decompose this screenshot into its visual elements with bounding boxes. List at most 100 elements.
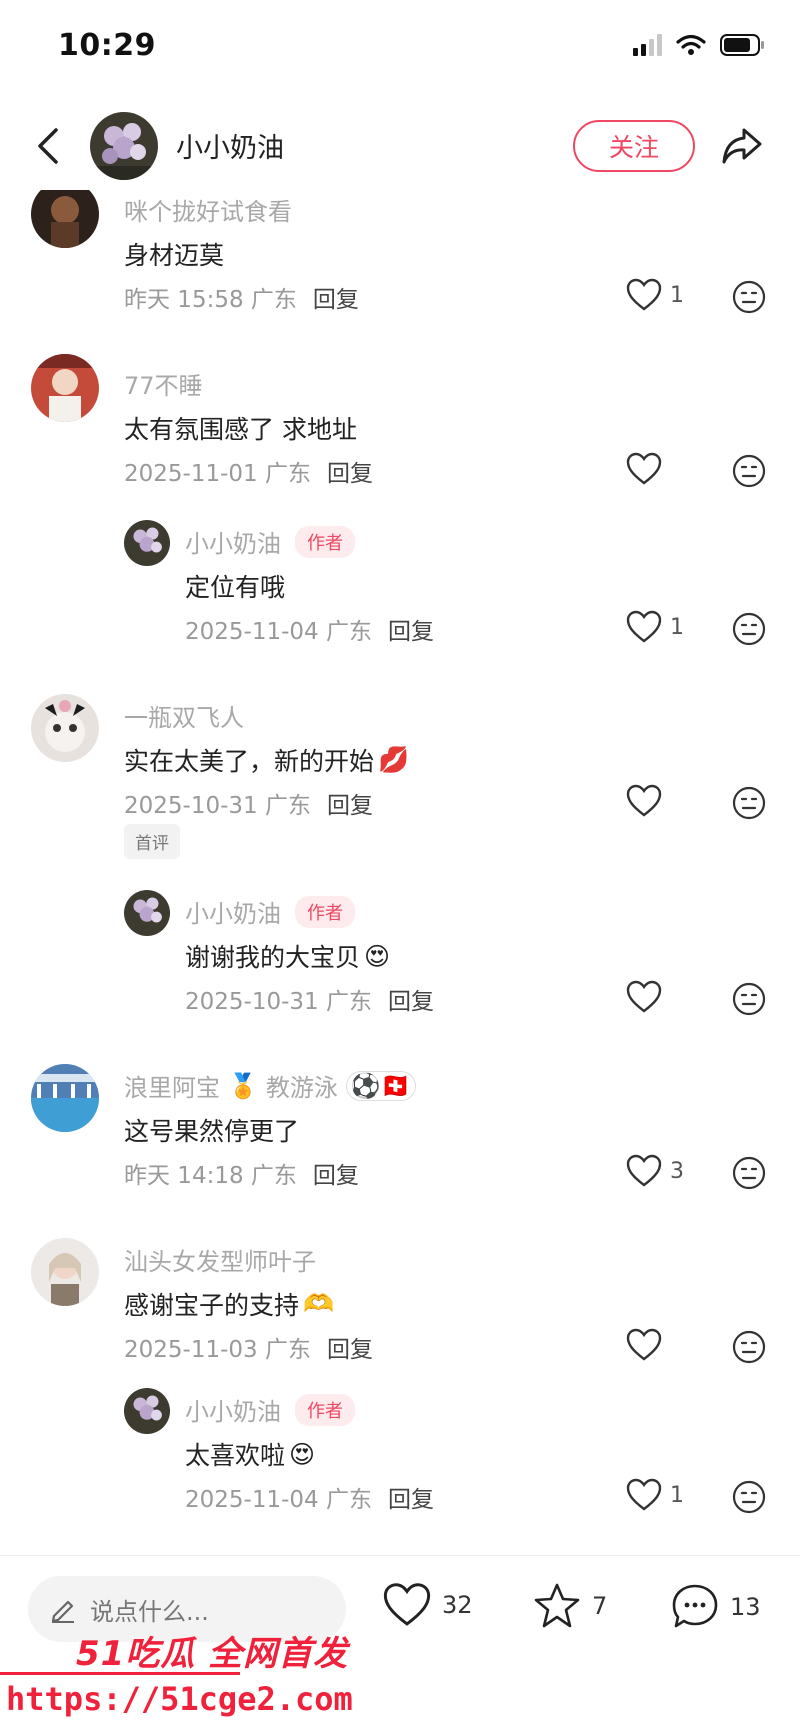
heart-icon — [626, 1154, 662, 1187]
comment-time: 2025-11-03 广东 — [124, 1337, 311, 1363]
medal-emoji: 🏅 — [228, 1071, 258, 1100]
like-count: 1 — [670, 282, 684, 308]
share-icon[interactable] — [720, 126, 764, 166]
comment-time: 2025-10-31 广东 — [185, 989, 372, 1015]
reply-button[interactable]: 回复 — [327, 1337, 373, 1363]
reply-button[interactable]: 回复 — [388, 619, 434, 645]
like-button[interactable] — [626, 784, 670, 818]
commenter-avatar[interactable] — [31, 354, 99, 422]
back-arrow-icon[interactable] — [30, 124, 70, 168]
follow-button[interactable]: 关注 — [573, 120, 695, 172]
commenter-name-text: 小小奶油 — [185, 900, 281, 928]
reply-button[interactable]: 回复 — [313, 1163, 359, 1189]
comment-text: 感谢宝子的支持 🫶 — [124, 1286, 334, 1322]
commenter-name[interactable]: 咪个拢好试食看 — [124, 192, 292, 227]
cellular-signal-icon — [633, 34, 662, 56]
wifi-icon — [676, 34, 706, 55]
commenter-name-text: 浪里阿宝 — [124, 1074, 220, 1102]
commenter-avatar[interactable] — [124, 1388, 170, 1434]
comment-text: 身材迈莫 — [124, 241, 225, 270]
commenter-name[interactable]: 小小奶油 作者 — [185, 1392, 355, 1427]
heart-hands-emoji: 🫶 — [303, 1289, 335, 1318]
heart-icon — [626, 610, 662, 643]
dislike-icon[interactable] — [732, 1156, 766, 1190]
reply-button[interactable]: 回复 — [313, 287, 359, 313]
dislike-icon[interactable] — [732, 612, 766, 646]
like-button[interactable] — [626, 1328, 670, 1362]
comment-meta: 昨天 14:18 广东 回复 — [124, 1156, 359, 1190]
first-comment-badge: 首评 — [124, 824, 180, 859]
dislike-icon[interactable] — [732, 982, 766, 1016]
status-time: 10:29 — [58, 28, 156, 63]
heart-icon — [626, 1328, 662, 1361]
watermark-url: https://51cge2.com — [6, 1680, 353, 1718]
commenter-name[interactable]: 小小奶油 作者 — [185, 894, 355, 929]
author-tag: 作者 — [295, 1393, 355, 1426]
commenter-name-suffix: 教游泳 — [265, 1074, 338, 1102]
commenter-avatar[interactable] — [124, 890, 170, 936]
author-name[interactable]: 小小奶油 — [176, 126, 284, 165]
author-avatar[interactable] — [90, 112, 158, 180]
reply-button[interactable]: 回复 — [327, 461, 373, 487]
comment-meta: 2025-11-03 广东 回复 — [124, 1330, 373, 1364]
commenter-name[interactable]: 一瓶双飞人 — [124, 698, 244, 733]
like-button[interactable]: 1 — [626, 610, 684, 644]
commenter-avatar[interactable] — [31, 190, 99, 248]
like-button[interactable] — [626, 980, 670, 1014]
heart-icon — [626, 784, 662, 817]
heart-icon — [626, 980, 662, 1013]
commenter-name[interactable]: 汕头女发型师叶子 — [124, 1242, 316, 1277]
dislike-icon[interactable] — [732, 786, 766, 820]
comment-text: 太喜欢啦 😍 — [185, 1436, 315, 1472]
comment-text: 太有氛围感了 求地址 — [124, 415, 357, 444]
commenter-avatar[interactable] — [31, 1238, 99, 1306]
star-icon — [534, 1583, 580, 1628]
reply-button[interactable]: 回复 — [388, 989, 434, 1015]
comment-text: 谢谢我的大宝贝 😍 — [185, 938, 390, 974]
comment-time: 昨天 14:18 广东 — [124, 1163, 297, 1189]
like-button[interactable] — [626, 452, 670, 486]
soccer-flag-emoji: ⚽🇨🇭 — [345, 1070, 416, 1101]
like-count: 1 — [670, 1482, 684, 1508]
comment-meta: 2025-11-04 广东 回复 — [185, 1480, 434, 1514]
reply-item: 小小奶油 作者 定位有哦 2025-11-04 广东 回复 1 — [0, 520, 800, 660]
commenter-name[interactable]: 浪里阿宝 🏅 教游泳 ⚽🇨🇭 — [124, 1068, 416, 1103]
comment-item: 一瓶双飞人 实在太美了，新的开始 💋 2025-10-31 广东 回复 首评 — [0, 694, 800, 874]
commenter-avatar[interactable] — [31, 1064, 99, 1132]
post-favorite-count: 7 — [592, 1592, 608, 1620]
comment-bubble-icon — [672, 1584, 718, 1628]
reply-item: 小小奶油 作者 太喜欢啦 😍 2025-11-04 广东 回复 1 — [0, 1388, 800, 1538]
commenter-name[interactable]: 77不睡 — [124, 366, 203, 401]
heart-eyes-emoji: 😍 — [289, 1439, 316, 1469]
comment-meta: 2025-10-31 广东 回复 — [124, 786, 373, 820]
watermark-title: 51吃瓜 全网首发 — [76, 1634, 349, 1674]
comment-time: 昨天 15:58 广东 — [124, 287, 297, 313]
dislike-icon[interactable] — [732, 454, 766, 488]
comment-text-body: 谢谢我的大宝贝 — [185, 943, 361, 972]
comment-item: 77不睡 太有氛围感了 求地址 2025-11-01 广东 回复 — [0, 354, 800, 510]
dislike-icon[interactable] — [732, 280, 766, 314]
dislike-icon[interactable] — [732, 1330, 766, 1364]
commenter-name[interactable]: 小小奶油 作者 — [185, 524, 355, 559]
watermark-underline — [0, 1672, 240, 1675]
status-bar: 10:29 — [0, 0, 800, 96]
like-button[interactable]: 1 — [626, 278, 684, 312]
post-like-button[interactable]: 32 — [382, 1582, 473, 1628]
like-button[interactable]: 1 — [626, 1478, 684, 1512]
heart-icon — [383, 1583, 431, 1626]
comment-text: 这号果然停更了 — [124, 1117, 300, 1146]
input-placeholder: 说点什么... — [90, 1597, 209, 1626]
reply-button[interactable]: 回复 — [327, 793, 373, 819]
post-favorite-button[interactable]: 7 — [532, 1582, 607, 1630]
comment-meta: 昨天 15:58 广东 回复 — [124, 280, 359, 314]
reply-button[interactable]: 回复 — [388, 1487, 434, 1513]
comment-meta: 2025-10-31 广东 回复 — [185, 982, 434, 1016]
comment-text-body: 感谢宝子的支持 — [124, 1291, 300, 1320]
like-button[interactable]: 3 — [626, 1154, 684, 1188]
post-comment-button[interactable]: 13 — [670, 1582, 761, 1632]
commenter-avatar[interactable] — [31, 694, 99, 762]
commenter-name-text: 小小奶油 — [185, 1398, 281, 1426]
commenter-avatar[interactable] — [124, 520, 170, 566]
dislike-icon[interactable] — [732, 1480, 766, 1514]
comment-list: 咪个拢好试食看 身材迈莫 昨天 15:58 广东 回复 1 77不睡 太有氛围感了… — [0, 190, 800, 1555]
